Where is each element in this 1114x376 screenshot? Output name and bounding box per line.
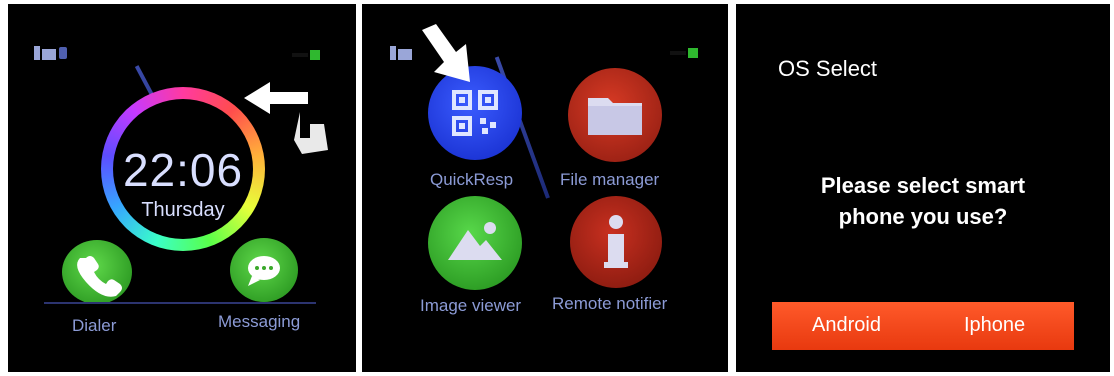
info-icon bbox=[604, 215, 628, 268]
file-manager-app-button[interactable] bbox=[568, 68, 662, 162]
pointer-arrow-icon bbox=[422, 24, 470, 82]
image-icon bbox=[448, 222, 502, 260]
quickresp-label: QuickResp bbox=[430, 170, 514, 189]
battery-level-icon bbox=[292, 50, 320, 60]
question-line-1: Please select smart bbox=[820, 173, 1026, 198]
battery-bluetooth-icon bbox=[34, 46, 67, 60]
clock-day: Thursday bbox=[141, 199, 225, 221]
messaging-button[interactable] bbox=[230, 238, 298, 302]
dialer-button[interactable] bbox=[62, 240, 132, 304]
messaging-label: Messaging bbox=[218, 312, 301, 331]
remote-notifier-label: Remote notifier bbox=[552, 294, 668, 313]
os-select-screen: OS Select Please select smart phone you … bbox=[736, 4, 1110, 372]
os-select-title: OS Select bbox=[778, 56, 878, 81]
os-select-question: Please select smart phone you use? bbox=[736, 170, 1110, 232]
dock-divider bbox=[44, 302, 316, 304]
battery-signal-icon bbox=[390, 46, 412, 60]
android-button[interactable]: Android bbox=[812, 314, 881, 337]
swipe-left-hand-icon bbox=[244, 82, 328, 154]
app-menu-screen: QuickResp File manager Image viewer Remo… bbox=[362, 4, 728, 372]
file-manager-label: File manager bbox=[560, 170, 660, 189]
folder-icon bbox=[588, 98, 642, 135]
battery-level-icon bbox=[670, 48, 698, 58]
image-viewer-app-button[interactable] bbox=[428, 196, 522, 290]
os-options-bar: Android Iphone bbox=[772, 302, 1074, 350]
remote-notifier-app-button[interactable] bbox=[570, 196, 662, 288]
watch-face-screen: 22:06 Thursday Dialer Messaging bbox=[8, 4, 356, 372]
question-line-2: phone you use? bbox=[838, 204, 1008, 229]
iphone-button[interactable]: Iphone bbox=[964, 314, 1025, 337]
image-viewer-label: Image viewer bbox=[420, 296, 522, 315]
dialer-label: Dialer bbox=[72, 316, 117, 335]
